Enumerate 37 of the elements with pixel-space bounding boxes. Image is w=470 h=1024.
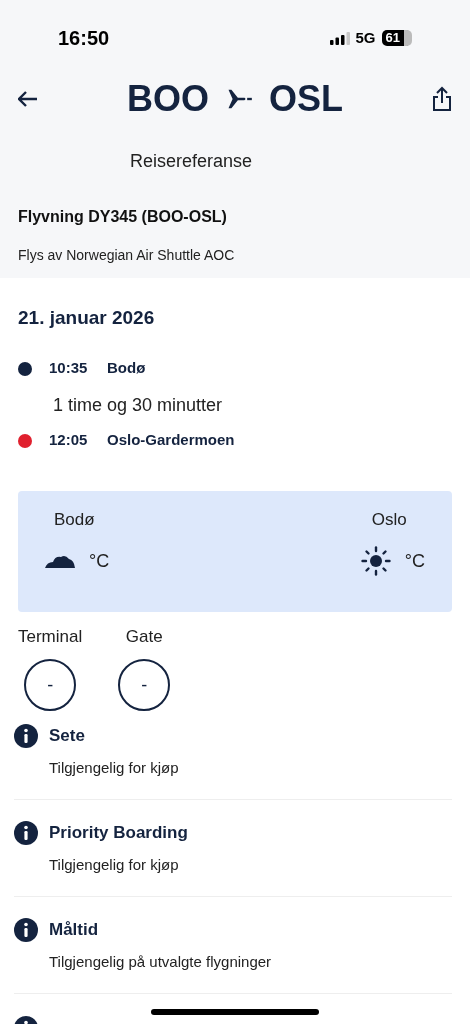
share-icon	[432, 86, 452, 112]
gate-info-label: Gate	[125, 625, 163, 648]
service-detail: Tilgjengelig for kjøp	[49, 854, 180, 875]
service-detail: Tilgjengelig for kjøp	[49, 757, 180, 778]
temperature-unit: °C	[89, 549, 110, 573]
service-title: Priority Boarding	[49, 822, 188, 844]
info-icon	[14, 723, 38, 748]
stop-place: Oslo-Gardermoen	[107, 430, 235, 451]
flight-date: 21. januar 2026	[18, 306, 156, 330]
flight-title: Flyvning DY345 (BOO-OSL)	[17, 207, 228, 227]
stop-time: 10:35	[49, 358, 89, 379]
gate-info-value: -	[118, 659, 171, 711]
service-detail: Tilgjengelig på utvalgte flygninger	[49, 951, 273, 972]
temperature-unit: °C	[404, 549, 425, 573]
booking-reference-label: Reisereferanse	[130, 150, 254, 173]
sun-icon	[360, 546, 391, 576]
origin-code: BOO	[127, 77, 209, 121]
battery-indicator: 61	[381, 30, 412, 46]
info-icon	[14, 820, 38, 845]
stop-time: 12:05	[49, 430, 89, 451]
status-time: 16:50	[58, 26, 110, 51]
destination-code: OSL	[269, 77, 343, 121]
share-button[interactable]	[430, 85, 454, 113]
weather-city: Bodø	[54, 508, 95, 531]
gate-info-label: Terminal	[18, 625, 83, 648]
service-title: Måltid	[49, 919, 99, 941]
flight-duration: 1 time og 30 minutter	[53, 393, 224, 417]
operator-text: Flys av Norwegian Air Shuttle AOC	[17, 246, 236, 265]
service-title: Sete	[49, 725, 85, 747]
cloud-icon	[45, 554, 75, 568]
back-arrow-icon	[18, 91, 38, 107]
info-icon	[14, 917, 38, 942]
signal-icon	[329, 31, 350, 45]
weather-city: Oslo	[371, 508, 407, 531]
stop-place: Bodø	[107, 358, 146, 379]
network-label: 5G	[355, 27, 376, 48]
gate-info-value: -	[24, 659, 77, 711]
